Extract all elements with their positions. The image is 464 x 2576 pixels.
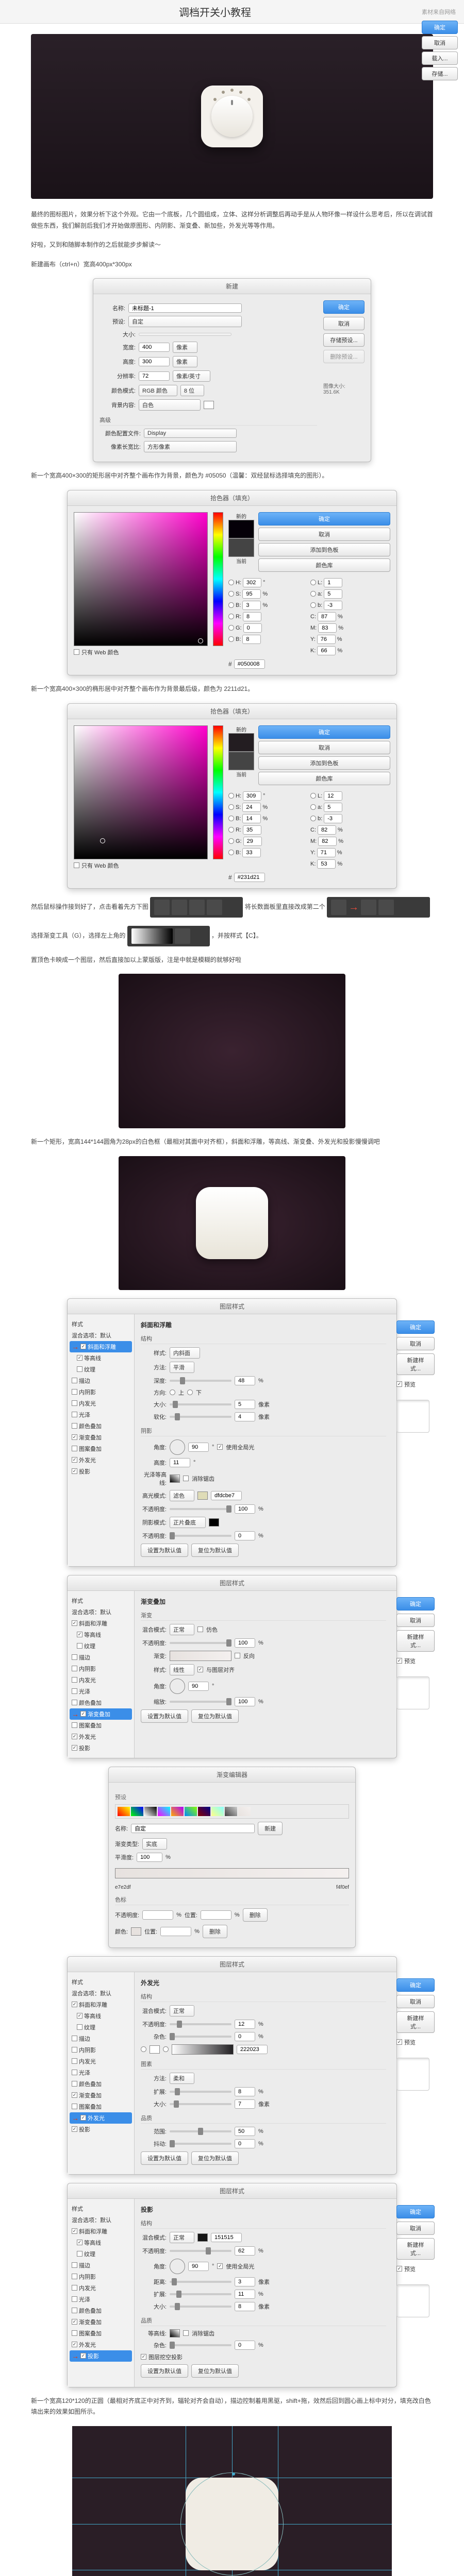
circle-outline bbox=[180, 2472, 284, 2575]
color-field[interactable] bbox=[74, 725, 208, 859]
fx-preview bbox=[396, 1400, 429, 1433]
background-preview bbox=[119, 974, 345, 1128]
width-unit[interactable]: 像素 bbox=[173, 342, 197, 353]
color-field[interactable] bbox=[74, 512, 208, 646]
rounded-square bbox=[196, 1187, 268, 1259]
bg-select[interactable]: 白色 bbox=[139, 399, 201, 411]
preset-select[interactable]: 自定 bbox=[128, 316, 242, 327]
angle-dial[interactable] bbox=[170, 1439, 185, 1455]
icon-base-preview bbox=[119, 1156, 345, 1290]
cp-ok-button[interactable]: 确定 bbox=[258, 512, 390, 526]
fx-bevel-item[interactable]: →斜面和浮雕 bbox=[70, 1341, 132, 1352]
fx-panel-drop-shadow: 图层样式 样式 混合选项：默认 斜面和浮雕 等高线 纹理 描边 内阴影 内发光 … bbox=[67, 2183, 397, 2387]
hue-slider[interactable] bbox=[213, 725, 223, 859]
hex-input[interactable] bbox=[234, 659, 265, 669]
knob-indicator bbox=[231, 100, 233, 105]
gradient-toolbar bbox=[127, 926, 210, 946]
profile-select[interactable]: Display bbox=[144, 429, 237, 438]
cp-add-button[interactable]: 添加到色板 bbox=[258, 543, 390, 556]
gradient-presets[interactable] bbox=[115, 1804, 349, 1819]
bg-swatch bbox=[204, 401, 214, 409]
intro-p1: 最终的图标图片，效果分析下这个外观。它由一个底板，几个圆组成，立体、这样分析调整… bbox=[31, 209, 433, 231]
tick-dot bbox=[247, 98, 251, 101]
aspect-select[interactable]: 方形像素 bbox=[144, 441, 237, 452]
new-color-swatch bbox=[228, 520, 254, 538]
current-color-swatch bbox=[228, 752, 254, 770]
size-select bbox=[139, 333, 231, 336]
res-input[interactable] bbox=[139, 371, 170, 381]
hue-slider[interactable] bbox=[213, 512, 223, 646]
hero-preview bbox=[31, 34, 433, 199]
fx-sidebar: 样式 混合选项：默认 →斜面和浮雕 等高线 纹理 描边 内阴影 内发光 光泽 颜… bbox=[68, 1314, 135, 1566]
arrow-icon: → bbox=[349, 898, 359, 917]
bit-depth[interactable]: 8 位 bbox=[180, 385, 204, 396]
gradient-edit-bar[interactable] bbox=[115, 1868, 349, 1878]
tick-dot bbox=[222, 91, 225, 94]
toolbar-preview-2: → bbox=[327, 897, 430, 918]
header-source: 素材来自网络 bbox=[422, 8, 456, 16]
delete-preset-button: 删除预设... bbox=[323, 350, 364, 363]
tick-dot bbox=[230, 89, 234, 92]
page-header: 调档开关小教程 素材来自网络 bbox=[0, 0, 464, 24]
tick-dot bbox=[213, 98, 217, 101]
color-mode[interactable]: RGB 颜色 bbox=[139, 385, 177, 396]
fx-panel-gradient: 图层样式 样式 混合选项：默认 斜面和浮雕 等高线 纹理 描边 内阴影 内发光 … bbox=[67, 1575, 397, 1758]
save-preset-button[interactable]: 存储预设... bbox=[323, 333, 364, 347]
gradient-preview[interactable] bbox=[170, 1651, 231, 1661]
fx-panel-outer-glow: 图层样式 样式 混合选项：默认 斜面和浮雕 等高线 纹理 描边 内阴影 内发光 … bbox=[67, 1956, 397, 2175]
intro-p3: 新建画布（ctrl+n）宽高400px*300px bbox=[31, 259, 433, 270]
web-only-checkbox[interactable] bbox=[74, 649, 79, 655]
doc-name-input[interactable] bbox=[128, 303, 242, 313]
new-document-panel: 新建 名称: 预设:自定 大小: 宽度:像素 高度:像素 分辨率:像素/英寸 颜… bbox=[93, 278, 371, 462]
tick-dot bbox=[239, 91, 242, 94]
height-input[interactable] bbox=[139, 357, 170, 366]
circle-construction-preview bbox=[72, 2426, 392, 2576]
height-unit[interactable]: 像素 bbox=[173, 356, 197, 367]
toolbar-preview-1 bbox=[150, 897, 243, 918]
intro-p2: 好啦，又到和随脚本制作的之后就能步步解读～ bbox=[31, 240, 433, 251]
gradient-editor-panel: 渐变编辑器 预设 名称:新建 渐变类型:实底 平滑度:% e7e2dff4f0e… bbox=[108, 1767, 356, 1948]
width-input[interactable] bbox=[139, 343, 170, 352]
knob-icon-base bbox=[201, 86, 263, 147]
ok-button[interactable]: 确定 bbox=[323, 300, 364, 314]
current-color-swatch bbox=[228, 538, 254, 557]
caption-2: 新一个宽高400×300的椭形居中对齐整个画布作为背景最后级，颜色为 2211d… bbox=[31, 684, 433, 695]
color-picker-1: 拾色器（填充） 只有 Web 颜色 新的 当前 确定 取消 添加到色板 颜色库 bbox=[67, 490, 397, 675]
new-color-swatch bbox=[228, 733, 254, 752]
panel-title: 新建 bbox=[93, 279, 371, 294]
knob-dial bbox=[211, 96, 253, 137]
page-title: 调档开关小教程 bbox=[179, 4, 251, 19]
cp-cancel-button[interactable]: 取消 bbox=[258, 528, 390, 541]
caption-1: 新一个宽高400×300的矩形居中对齐整个画布作为背景，颜色为 #05050（温… bbox=[31, 470, 433, 482]
cp-lib-button[interactable]: 颜色库 bbox=[258, 558, 390, 572]
fx-panel-bevel: 图层样式 样式 混合选项：默认 →斜面和浮雕 等高线 纹理 描边 内阴影 内发光… bbox=[67, 1298, 397, 1567]
res-unit[interactable]: 像素/英寸 bbox=[173, 370, 210, 382]
color-picker-2: 拾色器（填充） 只有 Web 颜色 新的 当前 确定 取消 添加到色板 颜色库 bbox=[67, 703, 397, 889]
cancel-button[interactable]: 取消 bbox=[323, 317, 364, 330]
